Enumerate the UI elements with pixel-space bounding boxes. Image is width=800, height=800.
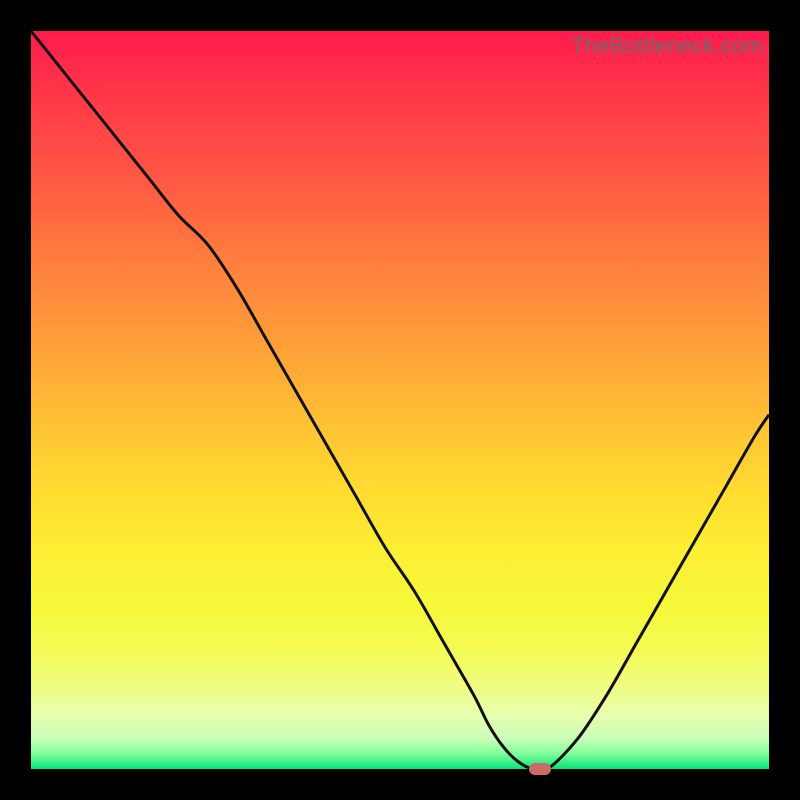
optimal-marker <box>529 763 551 775</box>
plot-area: TheBottleneck.com <box>31 31 769 769</box>
bottleneck-curve <box>31 31 769 769</box>
chart-frame: TheBottleneck.com <box>0 0 800 800</box>
curve-path <box>31 31 769 771</box>
